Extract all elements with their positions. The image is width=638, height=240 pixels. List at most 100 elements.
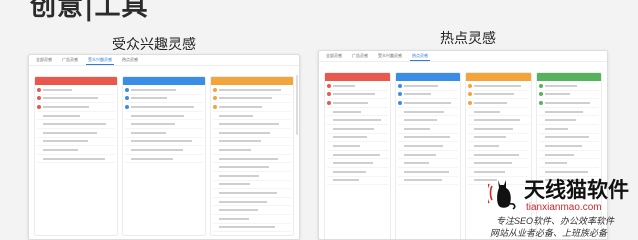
- item-text-placeholder: [43, 105, 115, 109]
- list-item[interactable]: [213, 215, 291, 224]
- list-item[interactable]: [538, 99, 599, 108]
- list-item[interactable]: [538, 142, 599, 151]
- rank-badge: [213, 104, 217, 109]
- list-item[interactable]: [397, 125, 458, 134]
- list-item[interactable]: [213, 112, 291, 121]
- list-item[interactable]: [125, 146, 203, 155]
- list-item[interactable]: [468, 142, 529, 151]
- list-item[interactable]: [327, 108, 388, 117]
- list-item[interactable]: [37, 86, 115, 95]
- tab-2[interactable]: 受众兴趣灵感: [376, 52, 404, 60]
- list-item[interactable]: [213, 155, 291, 164]
- list-item[interactable]: [468, 134, 529, 143]
- list-item[interactable]: [397, 91, 458, 100]
- list-item[interactable]: [125, 86, 203, 95]
- list-item[interactable]: [538, 159, 599, 168]
- list-item[interactable]: [468, 82, 529, 91]
- list-item[interactable]: [327, 82, 388, 91]
- item-text-placeholder: [474, 161, 529, 165]
- tab-0[interactable]: 全部灵感: [324, 52, 344, 60]
- list-item[interactable]: [397, 116, 458, 125]
- tab-2[interactable]: 受众兴趣灵感: [86, 56, 114, 65]
- list-item[interactable]: [327, 99, 388, 108]
- list-item[interactable]: [125, 129, 203, 138]
- list-item[interactable]: [125, 120, 203, 129]
- list-item[interactable]: [327, 168, 388, 177]
- list-item[interactable]: [213, 95, 291, 104]
- list-item[interactable]: [538, 108, 599, 117]
- list-item[interactable]: [397, 99, 458, 108]
- list-item[interactable]: [327, 125, 388, 134]
- list-item[interactable]: [213, 120, 291, 129]
- list-item[interactable]: [37, 112, 115, 121]
- list-item[interactable]: [327, 116, 388, 125]
- list-item[interactable]: [397, 134, 458, 143]
- list-item[interactable]: [468, 151, 529, 160]
- list-item[interactable]: [125, 103, 203, 112]
- list-item[interactable]: [213, 181, 291, 190]
- list-item[interactable]: [213, 198, 291, 207]
- item-text-placeholder: [333, 161, 388, 165]
- column-header: [211, 77, 293, 85]
- tab-3[interactable]: 热点灵感: [410, 52, 430, 61]
- list-item[interactable]: [468, 108, 529, 117]
- list-item[interactable]: [213, 189, 291, 198]
- list-item[interactable]: [468, 125, 529, 134]
- list-item[interactable]: [213, 138, 291, 147]
- list-item[interactable]: [397, 142, 458, 151]
- list-item[interactable]: [213, 232, 291, 235]
- list-item[interactable]: [37, 95, 115, 104]
- item-text-placeholder: [333, 101, 388, 105]
- tab-1[interactable]: 广告灵感: [60, 56, 80, 64]
- list-item[interactable]: [397, 108, 458, 117]
- list-item[interactable]: [213, 172, 291, 181]
- tab-3[interactable]: 热点灵感: [120, 56, 140, 64]
- list-item[interactable]: [538, 91, 599, 100]
- list-item[interactable]: [538, 151, 600, 160]
- list-item[interactable]: [538, 116, 599, 125]
- list-item[interactable]: [538, 125, 599, 134]
- tab-0[interactable]: 全部灵感: [34, 56, 54, 64]
- item-text-placeholder: [544, 153, 600, 157]
- list-item[interactable]: [37, 138, 115, 147]
- rank-badge: [468, 127, 472, 131]
- list-item[interactable]: [37, 103, 115, 112]
- list-item[interactable]: [327, 91, 388, 100]
- list-item[interactable]: [468, 91, 529, 100]
- list-item[interactable]: [125, 112, 203, 121]
- list-item[interactable]: [213, 129, 291, 138]
- list-item[interactable]: [213, 86, 291, 95]
- list-item[interactable]: [327, 177, 388, 186]
- list-item[interactable]: [327, 134, 388, 143]
- list-item[interactable]: [468, 116, 529, 125]
- list-item[interactable]: [213, 224, 291, 233]
- rank-badge: [398, 144, 402, 148]
- list-item[interactable]: [538, 134, 599, 143]
- list-item[interactable]: [468, 159, 529, 168]
- list-item[interactable]: [468, 99, 529, 108]
- list-item[interactable]: [213, 103, 291, 112]
- list-item[interactable]: [37, 120, 115, 129]
- list-item[interactable]: [37, 129, 115, 138]
- list-item[interactable]: [538, 82, 599, 91]
- item-text-placeholder: [219, 208, 291, 212]
- list-item[interactable]: [397, 159, 458, 168]
- list-item[interactable]: [37, 146, 115, 155]
- scrollbar[interactable]: [296, 75, 298, 135]
- list-item[interactable]: [397, 177, 458, 186]
- list-item[interactable]: [213, 146, 291, 155]
- list-item[interactable]: [397, 168, 458, 177]
- list-item[interactable]: [213, 206, 291, 215]
- list-item[interactable]: [213, 163, 291, 172]
- tab-1[interactable]: 广告灵感: [350, 52, 370, 60]
- list-item[interactable]: [37, 155, 115, 164]
- list-item[interactable]: [327, 142, 388, 151]
- list-item[interactable]: [327, 159, 388, 168]
- list-item[interactable]: [125, 138, 203, 147]
- item-text-placeholder: [403, 153, 459, 157]
- list-item[interactable]: [397, 82, 458, 91]
- list-item[interactable]: [125, 155, 203, 164]
- list-item[interactable]: [327, 151, 388, 160]
- list-item[interactable]: [125, 95, 203, 104]
- list-item[interactable]: [397, 151, 459, 160]
